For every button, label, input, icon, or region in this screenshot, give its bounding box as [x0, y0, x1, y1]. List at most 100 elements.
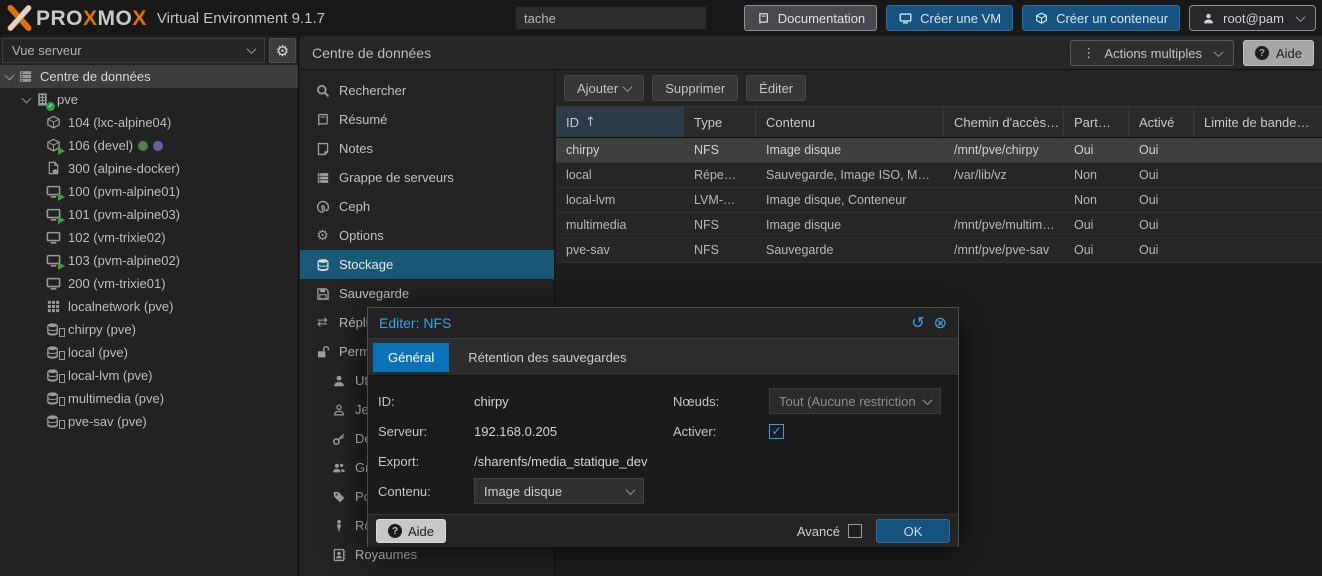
table-row[interactable]: chirpyNFSImage disque/mnt/pve/chirpyOuiO… — [556, 138, 1322, 163]
tree-item[interactable]: 104 (lxc-alpine04) — [0, 111, 298, 134]
proxmox-app: PROXMOX Virtual Environment 9.1.7 Docume… — [0, 0, 1322, 576]
view-select[interactable]: Vue serveur — [2, 38, 265, 63]
tree-item-label: 300 (alpine-docker) — [68, 161, 180, 176]
dialog-titlebar[interactable]: Editer: NFS ↺ ⊗ — [368, 308, 958, 339]
column-header-label: Part… — [1074, 115, 1111, 130]
advanced-checkbox[interactable] — [848, 524, 862, 538]
cluster-icon — [314, 170, 331, 186]
column-header-label: ID — [566, 115, 579, 130]
tree-item-label: 200 (vm-trixie01) — [68, 276, 166, 291]
menu-item-sauvegarde[interactable]: Sauvegarde — [300, 279, 554, 308]
documentation-button[interactable]: Documentation — [744, 5, 877, 31]
tab-backup-retention[interactable]: Rétention des sauvegardes — [453, 343, 641, 372]
column-header[interactable]: Type — [684, 107, 756, 137]
running-icon — [58, 216, 65, 224]
caret-down-icon[interactable] — [4, 69, 18, 84]
column-header[interactable]: ID↑ — [556, 107, 684, 137]
help-button[interactable]: ? Aide — [1243, 40, 1314, 66]
tree-item[interactable]: ✓pve — [0, 88, 298, 111]
tree-item[interactable]: pve-sav (pve) — [0, 410, 298, 433]
tree-settings-button[interactable]: ⚙ — [269, 38, 296, 63]
vm-icon — [46, 230, 63, 246]
dialog-left-column: ID: chirpy Serveur: 192.168.0.205 Export… — [378, 386, 668, 506]
column-header[interactable]: Activé — [1129, 107, 1194, 137]
tag-dot — [153, 141, 163, 151]
dialog-help-button[interactable]: ? Aide — [376, 519, 446, 543]
content-badge-icon — [59, 420, 65, 429]
remove-button[interactable]: Supprimer — [652, 75, 738, 101]
tree-item-label: 103 (pvm-alpine02) — [68, 253, 180, 268]
tree-item-label: 104 (lxc-alpine04) — [68, 115, 171, 130]
menu-item-r-sum-[interactable]: Résumé — [300, 105, 554, 134]
reset-icon[interactable]: ↺ — [911, 315, 924, 331]
tree-item[interactable]: local (pve) — [0, 341, 298, 364]
export-value: /sharenfs/media_statique_dev — [474, 454, 647, 469]
column-header[interactable]: Part… — [1064, 107, 1129, 137]
menu-item-rechercher[interactable]: Rechercher — [300, 76, 554, 105]
tree-item[interactable]: Centre de données — [0, 65, 298, 88]
menu-item-grappe-de-serveurs[interactable]: Grappe de serveurs — [300, 163, 554, 192]
tree-item[interactable]: chirpy (pve) — [0, 318, 298, 341]
table-row[interactable]: multimediaNFSImage disque/mnt/pve/multim… — [556, 213, 1322, 238]
advanced-label: Avancé — [797, 524, 840, 539]
vm-running-icon — [46, 184, 63, 200]
ok-button[interactable]: OK — [876, 519, 950, 543]
field-nodes: Nœuds: Tout (Aucune restriction — [673, 386, 953, 416]
menu-item-options[interactable]: ⚙Options — [300, 221, 554, 250]
tab-general[interactable]: Général — [373, 343, 449, 372]
menu-item-ceph[interactable]: Ceph — [300, 192, 554, 221]
table-cell: /mnt/pve/multim… — [944, 213, 1064, 237]
note-icon — [314, 141, 331, 157]
table-cell: local-lvm — [556, 188, 684, 212]
template-icon — [46, 161, 63, 177]
column-header-label: Chemin d'accès… — [954, 115, 1059, 130]
tree-item[interactable]: 102 (vm-trixie02) — [0, 226, 298, 249]
tree-item[interactable]: multimedia (pve) — [0, 387, 298, 410]
tree-item[interactable]: localnetwork (pve) — [0, 295, 298, 318]
lxc-running-icon — [46, 138, 63, 154]
table-cell: Oui — [1064, 138, 1129, 162]
column-header-label: Limite de bande… — [1204, 115, 1310, 130]
tree-item[interactable]: local-lvm (pve) — [0, 364, 298, 387]
column-header[interactable]: Limite de bande… — [1194, 107, 1322, 137]
table-cell: Non — [1064, 188, 1129, 212]
vm-running-icon — [46, 207, 63, 223]
table-row[interactable]: local-lvmLVM-…Image disque, ConteneurNon… — [556, 188, 1322, 213]
create-vm-button[interactable]: Créer une VM — [886, 5, 1013, 31]
bulk-actions-button[interactable]: ⋮ Actions multiples — [1070, 40, 1234, 66]
table-row[interactable]: pve-savNFSSauvegarde/mnt/pve/pve-savOuiO… — [556, 238, 1322, 263]
table-row[interactable]: localRépe…Sauvegarde, Image ISO, M…/var/… — [556, 163, 1322, 188]
tree-item[interactable]: 101 (pvm-alpine03) — [0, 203, 298, 226]
nodes-select[interactable]: Tout (Aucune restriction — [769, 388, 941, 414]
tree-item-label: 100 (pvm-alpine01) — [68, 184, 180, 199]
table-cell: Oui — [1129, 238, 1194, 262]
table-cell: pve-sav — [556, 238, 684, 262]
content-select[interactable]: Image disque — [474, 478, 644, 504]
storage-tree-icon — [46, 322, 63, 338]
tree-item[interactable]: 300 (alpine-docker) — [0, 157, 298, 180]
tree-item[interactable]: 106 (devel) — [0, 134, 298, 157]
column-header[interactable]: Chemin d'accès… — [944, 107, 1064, 137]
table-cell — [1194, 163, 1322, 187]
table-cell: LVM-… — [684, 188, 756, 212]
menu-item-stockage[interactable]: Stockage — [300, 250, 554, 279]
table-cell — [1194, 188, 1322, 212]
add-button[interactable]: Ajouter — [564, 75, 644, 101]
content-header-buttons: ⋮ Actions multiples ? Aide — [1070, 40, 1314, 66]
edit-button[interactable]: Éditer — [746, 75, 806, 101]
enable-checkbox[interactable]: ✓ — [769, 424, 784, 439]
column-header[interactable]: Contenu — [756, 107, 944, 137]
content-badge-icon — [59, 328, 65, 337]
tree-item[interactable]: 200 (vm-trixie01) — [0, 272, 298, 295]
table-cell: Sauvegarde — [756, 238, 944, 262]
search-input[interactable] — [515, 6, 707, 30]
close-icon[interactable]: ⊗ — [934, 315, 947, 331]
chevron-down-icon — [923, 395, 933, 405]
tree-item[interactable]: 100 (pvm-alpine01) — [0, 180, 298, 203]
menu-item-notes[interactable]: Notes — [300, 134, 554, 163]
user-menu-button[interactable]: root@pam — [1189, 5, 1316, 31]
tree-item[interactable]: 103 (pvm-alpine02) — [0, 249, 298, 272]
dialog-tabs: Général Rétention des sauvegardes — [368, 339, 958, 376]
create-container-button[interactable]: Créer un conteneur — [1022, 5, 1180, 31]
caret-down-icon[interactable] — [21, 92, 35, 107]
